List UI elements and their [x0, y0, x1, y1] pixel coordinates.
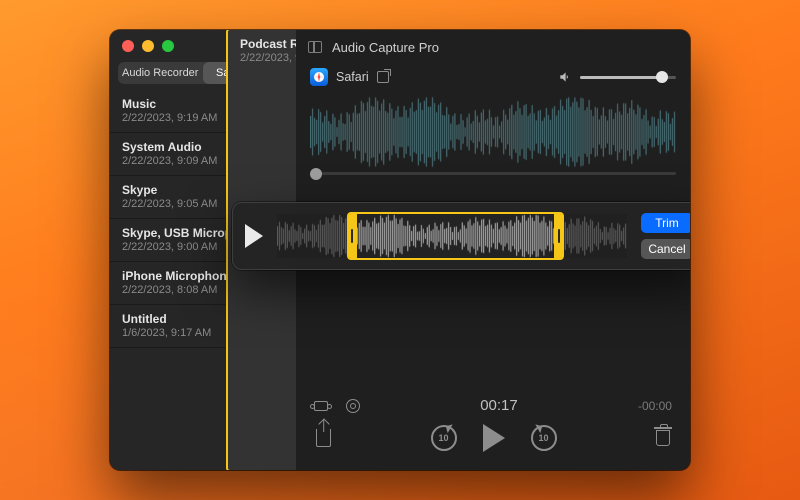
main-panel: Audio Capture Pro Safari 00:	[296, 30, 690, 470]
volume-knob[interactable]	[656, 71, 668, 83]
volume-slider[interactable]	[580, 76, 676, 79]
close-icon[interactable]	[122, 40, 134, 52]
volume-control	[558, 70, 676, 84]
transport-controls: 10 10	[296, 414, 690, 470]
trash-icon	[656, 430, 670, 446]
minimize-icon[interactable]	[142, 40, 154, 52]
remaining-time: -00:00	[638, 399, 672, 413]
share-button[interactable]	[316, 429, 331, 447]
toggle-sidebar-icon[interactable]	[308, 41, 322, 53]
open-external-icon[interactable]	[377, 71, 389, 83]
skip-forward-button[interactable]: 10	[531, 425, 557, 451]
cancel-button[interactable]: Cancel	[641, 239, 690, 259]
recordings-list: Podcast Recording2/22/2023, 9:29 AM00:33…	[110, 90, 295, 470]
time-row: 00:17 -00:00	[296, 391, 690, 414]
clip-bounds-icon[interactable]	[314, 401, 328, 411]
trim-play-button[interactable]	[245, 224, 263, 248]
source-row: Safari	[296, 64, 690, 96]
skip-forward-label: 10	[533, 427, 555, 449]
airplay-icon[interactable]	[346, 399, 360, 413]
trim-sheet: Trim Cancel	[232, 202, 690, 270]
delete-button[interactable]	[656, 430, 670, 446]
titlebar: Audio Capture Pro	[296, 30, 690, 64]
app-title: Audio Capture Pro	[332, 40, 439, 55]
item-date: 2/22/2023, 9:19 AM	[122, 112, 217, 124]
item-date: 2/22/2023, 9:00 AM	[122, 241, 217, 253]
share-icon	[316, 429, 331, 447]
play-button[interactable]	[483, 424, 505, 452]
list-item[interactable]: Podcast Recording2/22/2023, 9:29 AM00:33	[226, 90, 295, 470]
speaker-icon	[558, 70, 572, 84]
trim-selection[interactable]	[347, 212, 564, 260]
trim-buttons: Trim Cancel	[641, 213, 690, 259]
item-date: 1/6/2023, 9:17 AM	[122, 327, 211, 339]
item-date: 2/22/2023, 8:08 AM	[122, 284, 217, 296]
zoom-icon[interactable]	[162, 40, 174, 52]
trim-waveform[interactable]	[277, 214, 627, 258]
elapsed-time: 00:17	[480, 397, 518, 414]
overview-waveform[interactable]	[310, 96, 676, 168]
item-date: 2/22/2023, 9:09 AM	[122, 155, 217, 167]
source-name: Safari	[336, 70, 369, 84]
app-window: Audio Recorder Saved Files Podcast Recor…	[110, 30, 690, 470]
safari-icon	[310, 68, 328, 86]
scrubber[interactable]	[310, 172, 676, 175]
skip-back-label: 10	[433, 427, 455, 449]
trim-handle-left[interactable]	[347, 214, 357, 258]
tab-audio-recorder[interactable]: Audio Recorder	[118, 62, 203, 84]
trim-handle-right[interactable]	[554, 214, 564, 258]
item-date: 2/22/2023, 9:05 AM	[122, 198, 217, 210]
skip-back-button[interactable]: 10	[431, 425, 457, 451]
trim-button[interactable]: Trim	[641, 213, 690, 233]
scrubber-knob[interactable]	[310, 168, 322, 180]
